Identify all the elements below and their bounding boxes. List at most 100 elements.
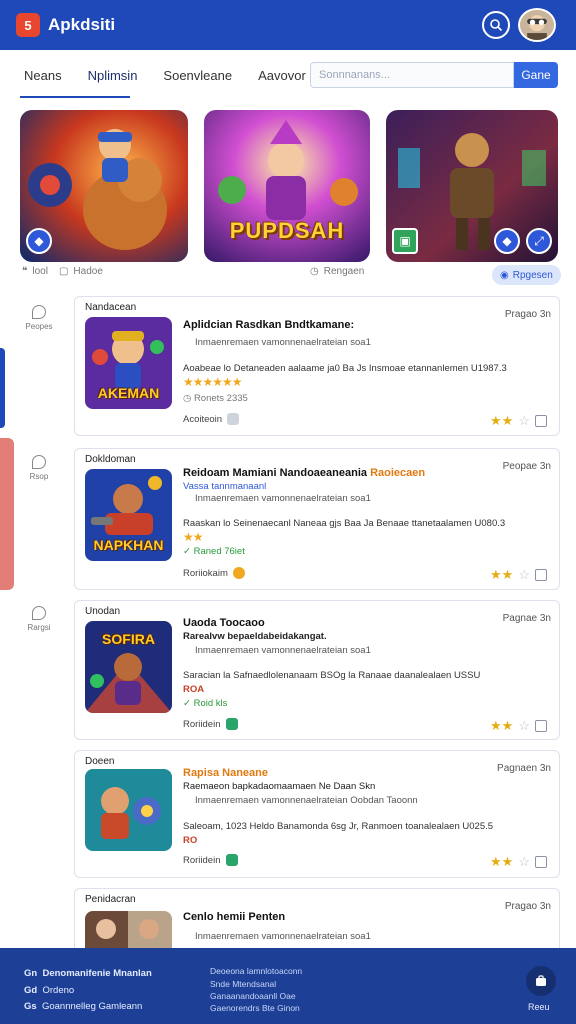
star-icon: ★★ (490, 854, 514, 869)
card-subtitle: Vassa tannmanaanl (183, 481, 267, 492)
card-category: Doeen (85, 756, 115, 767)
rail-item-peopes[interactable]: Peopes (18, 305, 60, 331)
check-icon: ✓ (183, 698, 194, 709)
search-button[interactable]: Gane (514, 62, 558, 88)
app-thumbnail[interactable]: AKEMAN (85, 317, 172, 409)
card-description: Inmaenremaen vamonnenaelrateian soa1 (195, 931, 371, 942)
featured-card-1[interactable]: ◆ (20, 110, 188, 262)
thumbnail-title: AKEMAN (97, 385, 160, 401)
bookmark-icon[interactable] (535, 720, 547, 732)
bookmark-icon[interactable] (535, 569, 547, 581)
app-thumbnail[interactable] (85, 769, 172, 851)
footer-item[interactable]: Gn Denomanifenie Mnanlan (24, 968, 152, 979)
search-input[interactable] (310, 62, 514, 88)
footer-link[interactable]: Ganaanandoaanll Oae (210, 991, 296, 1001)
card-title[interactable]: Aplidcian Rasdkan Bndtkamane: (183, 319, 354, 331)
app-icon (232, 567, 245, 579)
card-category: Unodan (85, 606, 121, 617)
card-action[interactable]: Acoiteoin (183, 413, 240, 425)
star-icon: ★★ (490, 567, 514, 582)
card-rating: ★★ ☆ (490, 854, 547, 870)
featured-meta-label: Hadoe (73, 266, 103, 277)
featured-meta-left: ❝ lool ▢ Hadoe (22, 266, 103, 277)
card-details: Saracian la Safnaedlolenanaam BSOg la Ra… (183, 670, 481, 681)
card-action[interactable]: Roriiokaim (183, 567, 245, 579)
footer-link[interactable]: Deoeona lamnlotoaconn (210, 966, 302, 976)
app-thumbnail[interactable]: SOFIRA (85, 621, 172, 713)
tab-nplimsin[interactable]: Nplimsin (84, 62, 142, 98)
bookmark-icon[interactable] (535, 415, 547, 427)
list-item[interactable]: Penidacran Pragao 3n Cenlo hemii Penten … (74, 888, 560, 951)
featured-card-3[interactable]: ▣ ◆ ⤢ (386, 110, 558, 262)
comment-icon (32, 606, 46, 620)
rail-item-label: Peopes (25, 322, 53, 331)
footer-item[interactable]: Gd Ordeno (24, 985, 74, 996)
card-title[interactable]: Uaoda Toocaoo (183, 617, 265, 629)
star-icon: ★★ (490, 413, 514, 428)
card-subtitle: Raemaeon bapkadaomaamaen Ne Daan Skn (183, 781, 376, 792)
featured-card-2[interactable]: PUPDSAH (204, 110, 370, 262)
card-title[interactable]: Reidoam Mamiani Nandoaeaneania Raoiecaen (183, 467, 425, 479)
star-empty-icon: ☆ (518, 854, 530, 869)
app-thumbnail[interactable]: NAPKHAN (85, 469, 172, 561)
card-page: Pagnae 3n (502, 613, 551, 624)
avatar[interactable] (518, 8, 556, 42)
rail-item-rsop[interactable]: Rsop (18, 455, 60, 481)
list-item[interactable]: Doeen Pagnaen 3n Rapisa Naneane Raemaeon… (74, 750, 560, 878)
card-action[interactable]: Roriidein (183, 854, 238, 866)
thumbnail-title: SOFIRA (102, 631, 155, 647)
star-empty-icon: ☆ (518, 567, 530, 582)
footer-link[interactable]: Snde Mtendsanal (210, 979, 276, 989)
footer-item[interactable]: Gs Goannnelleg Gamleann (24, 1001, 142, 1012)
card-extra-text: Roid kls (193, 698, 228, 709)
card-action[interactable]: Roriidein (183, 718, 238, 730)
rail-accent-secondary (0, 438, 14, 590)
card-description: Inmaenremaen vamonnenaelrateian soa1 (195, 337, 371, 348)
comment-icon (32, 455, 46, 469)
featured-meta-center-label: Rengaen (323, 266, 365, 277)
rail-item-rargsi[interactable]: Rargsi (18, 606, 60, 632)
bookmark-icon[interactable] (535, 856, 547, 868)
app-thumbnail[interactable] (85, 911, 172, 951)
card-title-highlight: Raoiecaen (370, 467, 426, 479)
info-icon: ◉ (500, 269, 509, 281)
chat-icon: ❝ (22, 266, 28, 277)
share-icon: ⤢ (526, 228, 552, 254)
footer-item-label: Goannnelleg Gamleann (41, 1001, 143, 1012)
card-description: Inmaenremaen vamonnenaelrateian Oobdan T… (195, 795, 418, 806)
brand-name[interactable]: Apkdsiti (48, 15, 115, 35)
list-item[interactable]: Unodan Pagnae 3n SOFIRA Uaoda Toocaoo Ra… (74, 600, 560, 740)
app-logo[interactable]: 5 (16, 13, 40, 37)
list-item[interactable]: Nandacean Pragao 3n AKEMAN Aplidcian Ras… (74, 296, 560, 436)
star-empty-icon: ☆ (518, 718, 530, 733)
header-search-button[interactable] (482, 11, 510, 39)
featured-meta-center: ◷ Rengaen (310, 266, 364, 277)
tab-aavovor[interactable]: Aavovor (254, 62, 310, 98)
card-category: Penidacran (85, 894, 136, 905)
footer-link[interactable]: Gaenorendrs Bte Ginon (210, 1003, 300, 1013)
tab-neans[interactable]: Neans (20, 62, 66, 98)
card-page: Pragao 3n (504, 309, 551, 320)
card-rating: ★★ ☆ (490, 413, 547, 429)
thumbnail-art (85, 911, 172, 951)
list-item[interactable]: Dokldoman Peopae 3n NAPKHAN Reidoam Mami… (74, 448, 560, 590)
featured-title: PUPDSAH (229, 218, 345, 243)
footer-action-button[interactable] (526, 966, 556, 996)
thumbnail-art (85, 769, 172, 851)
card-action-label: Acoiteoin (183, 413, 223, 425)
featured-pill-label: Rpgesen (512, 269, 553, 281)
card-title[interactable]: Cenlo hemii Penten (183, 911, 285, 923)
footer-item-icon: Gd (24, 985, 38, 996)
card-extra: ◷ Ronets 2335 (183, 393, 248, 404)
card-extra: ✓ Raned 76iet (183, 546, 245, 557)
card-action-label: Roriiokaim (183, 567, 228, 579)
app-icon (225, 718, 238, 730)
tab-soenvleane[interactable]: Soenvleane (159, 62, 236, 98)
bag-icon (536, 975, 546, 986)
star-empty-icon: ☆ (518, 413, 530, 428)
card-title[interactable]: Rapisa Naneane (183, 767, 268, 779)
logo-glyph: 5 (24, 17, 32, 33)
footer-action-label: Reeu (528, 1002, 550, 1012)
featured-pill-button[interactable]: ◉ Rpgesen (492, 265, 561, 285)
featured-meta-count: lool (32, 266, 48, 277)
